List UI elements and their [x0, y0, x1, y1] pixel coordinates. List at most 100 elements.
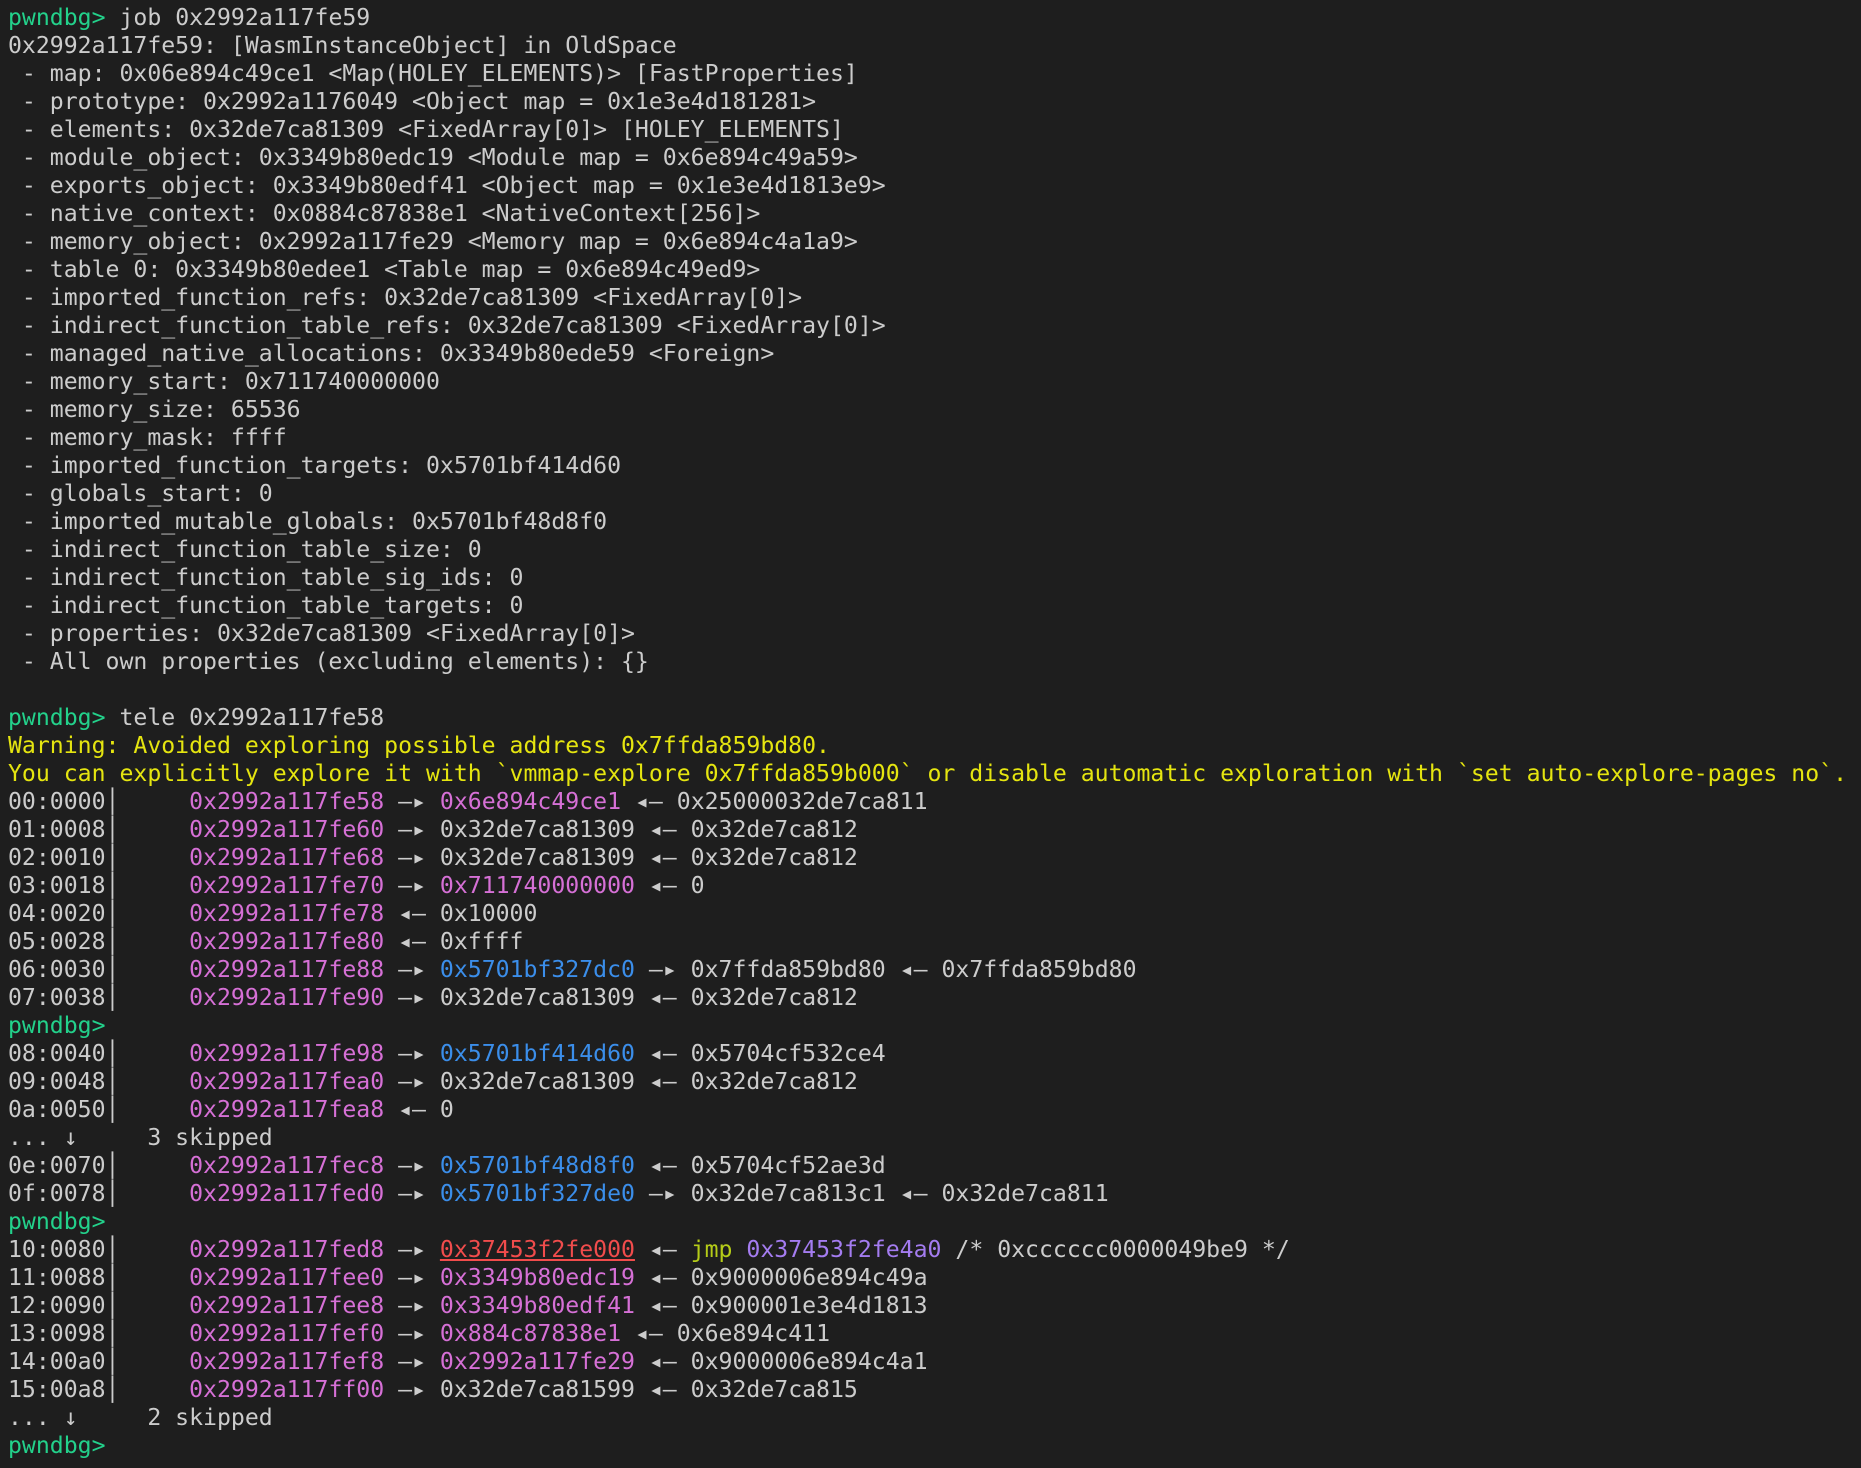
- pointer-value: 0x2992a117fe29: [439, 1349, 635, 1375]
- terminal-line: 10:0080│ 0x2992a117fed8 —▸ 0x37453f2fe00…: [8, 1236, 1858, 1264]
- terminal-line: 13:0098│ 0x2992a117fef0 —▸ 0x884c87838e1…: [8, 1320, 1858, 1348]
- output-text: 07:0038│: [8, 985, 190, 1011]
- output-text: 10:0080│: [8, 1237, 190, 1263]
- output-text: ... ↓ 2 skipped: [8, 1405, 273, 1431]
- terminal-line: - map: 0x06e894c49ce1 <Map(HOLEY_ELEMENT…: [8, 60, 1858, 88]
- stack-address: 0x2992a117fed0: [189, 1181, 385, 1207]
- output-text: —▸: [384, 1321, 440, 1347]
- output-text: 00:0000│: [8, 789, 190, 815]
- output-text: ◂— 0x10000: [384, 901, 538, 927]
- output-text: ◂— 0x5704cf52ae3d: [634, 1153, 886, 1179]
- output-text: - All own properties (excluding elements…: [8, 649, 649, 675]
- output-text: - table 0: 0x3349b80edee1 <Table map = 0…: [8, 257, 761, 283]
- terminal-line: - memory_object: 0x2992a117fe29 <Memory …: [8, 228, 1858, 256]
- code-pointer: 0x5701bf327dc0: [439, 957, 635, 983]
- terminal-line: 07:0038│ 0x2992a117fe90 —▸ 0x32de7ca8130…: [8, 984, 1858, 1012]
- output-text: ◂— 0x6e894c411: [621, 1321, 831, 1347]
- output-text: - module_object: 0x3349b80edc19 <Module …: [8, 145, 858, 171]
- code-pointer: 0x5701bf327de0: [439, 1181, 635, 1207]
- stack-address: 0x2992a117fe78: [189, 901, 385, 927]
- stack-address: 0x2992a117fed8: [189, 1237, 385, 1263]
- stack-address: 0x2992a117fe80: [189, 929, 385, 955]
- terminal-line: - exports_object: 0x3349b80edf41 <Object…: [8, 172, 1858, 200]
- stack-address: 0x2992a117fea8: [189, 1097, 385, 1123]
- terminal-line: 03:0018│ 0x2992a117fe70 —▸ 0x71174000000…: [8, 872, 1858, 900]
- terminal-line: - managed_native_allocations: 0x3349b80e…: [8, 340, 1858, 368]
- output-text: 01:0008│: [8, 817, 190, 843]
- terminal-line: 08:0040│ 0x2992a117fe98 —▸ 0x5701bf414d6…: [8, 1040, 1858, 1068]
- rwx-pointer: 0x37453f2fe000: [439, 1237, 635, 1263]
- output-text: 04:0020│: [8, 901, 190, 927]
- output-text: —▸: [384, 1041, 440, 1067]
- terminal-line: 06:0030│ 0x2992a117fe88 —▸ 0x5701bf327dc…: [8, 956, 1858, 984]
- pointer-value: 0x3349b80edf41: [439, 1293, 635, 1319]
- terminal-line: 0e:0070│ 0x2992a117fec8 —▸ 0x5701bf48d8f…: [8, 1152, 1858, 1180]
- output-text: - imported_mutable_globals: 0x5701bf48d8…: [8, 509, 608, 535]
- stack-address: 0x2992a117fe98: [189, 1041, 385, 1067]
- terminal-output[interactable]: pwndbg> job 0x2992a117fe59 0x2992a117fe59…: [8, 4, 1858, 1460]
- pointer-value: 0x6e894c49ce1: [439, 789, 622, 815]
- pointer-value: 0x711740000000: [439, 873, 635, 899]
- output-text: 03:0018│: [8, 873, 190, 899]
- stack-address: 0x2992a117fe60: [189, 817, 385, 843]
- stack-address: 0x2992a117fe90: [189, 985, 385, 1011]
- output-text: 02:0010│: [8, 845, 190, 871]
- terminal-line: pwndbg>: [8, 1432, 1858, 1460]
- output-text: - globals_start: 0: [8, 481, 273, 507]
- terminal-line: 12:0090│ 0x2992a117fee8 —▸ 0x3349b80edf4…: [8, 1292, 1858, 1320]
- output-text: - indirect_function_table_size: 0: [8, 537, 482, 563]
- output-text: - indirect_function_table_sig_ids: 0: [8, 565, 524, 591]
- prompt-text: pwndbg>: [8, 1209, 106, 1235]
- terminal-line: 05:0028│ 0x2992a117fe80 ◂— 0xffff: [8, 928, 1858, 956]
- output-text: - properties: 0x32de7ca81309 <FixedArray…: [8, 621, 635, 647]
- output-text: —▸ 0x32de7ca81599 ◂— 0x32de7ca815: [384, 1377, 858, 1403]
- terminal-line: - indirect_function_table_size: 0: [8, 536, 1858, 564]
- terminal-line: 11:0088│ 0x2992a117fee0 —▸ 0x3349b80edc1…: [8, 1264, 1858, 1292]
- output-text: —▸: [384, 873, 440, 899]
- output-text: - indirect_function_table_refs: 0x32de7c…: [8, 313, 886, 339]
- terminal-line: - memory_mask: ffff: [8, 424, 1858, 452]
- stack-address: 0x2992a117fe58: [189, 789, 385, 815]
- output-text: —▸ 0x32de7ca813c1 ◂— 0x32de7ca811: [634, 1181, 1109, 1207]
- output-text: —▸: [384, 1293, 440, 1319]
- output-text: 13:0098│: [8, 1321, 190, 1347]
- stack-address: 0x2992a117fee0: [189, 1265, 385, 1291]
- output-text: job 0x2992a117fe59: [119, 5, 371, 31]
- stack-address: 0x2992a117fe88: [189, 957, 385, 983]
- terminal-line: - indirect_function_table_refs: 0x32de7c…: [8, 312, 1858, 340]
- output-text: 08:0040│: [8, 1041, 190, 1067]
- output-text: —▸ 0x32de7ca81309 ◂— 0x32de7ca812: [384, 985, 858, 1011]
- output-text: —▸ 0x32de7ca81309 ◂— 0x32de7ca812: [384, 845, 858, 871]
- output-text: /* 0xcccccc0000049be9 */: [941, 1237, 1290, 1263]
- terminal-line: 0x2992a117fe59: [WasmInstanceObject] in …: [8, 32, 1858, 60]
- output-text: —▸ 0x7ffda859bd80 ◂— 0x7ffda859bd80: [634, 957, 1137, 983]
- output-text: - map: 0x06e894c49ce1 <Map(HOLEY_ELEMENT…: [8, 61, 858, 87]
- terminal-line: - imported_function_refs: 0x32de7ca81309…: [8, 284, 1858, 312]
- terminal-line: Warning: Avoided exploring possible addr…: [8, 732, 1858, 760]
- warning-text: Warning: Avoided exploring possible addr…: [8, 733, 830, 759]
- output-text: 11:0088│: [8, 1265, 190, 1291]
- terminal-line: - native_context: 0x0884c87838e1 <Native…: [8, 200, 1858, 228]
- stack-address: 0x2992a117fef0: [189, 1321, 385, 1347]
- code-pointer: 0x5701bf48d8f0: [439, 1153, 635, 1179]
- output-text: ... ↓ 3 skipped: [8, 1125, 273, 1151]
- jump-target: 0x37453f2fe4a0: [746, 1237, 942, 1263]
- output-text: —▸: [384, 789, 440, 815]
- terminal-line: 01:0008│ 0x2992a117fe60 —▸ 0x32de7ca8130…: [8, 816, 1858, 844]
- terminal-line: 02:0010│ 0x2992a117fe68 —▸ 0x32de7ca8130…: [8, 844, 1858, 872]
- terminal-line: ... ↓ 3 skipped: [8, 1124, 1858, 1152]
- terminal-line: pwndbg>: [8, 1208, 1858, 1236]
- output-text: ◂— 0xffff: [384, 929, 524, 955]
- output-text: —▸ 0x32de7ca81309 ◂— 0x32de7ca812: [384, 817, 858, 843]
- output-text: 09:0048│: [8, 1069, 190, 1095]
- stack-address: 0x2992a117fe68: [189, 845, 385, 871]
- terminal-line: - imported_mutable_globals: 0x5701bf48d8…: [8, 508, 1858, 536]
- output-text: ◂— 0: [634, 873, 705, 899]
- terminal-line: pwndbg> tele 0x2992a117fe58: [8, 704, 1858, 732]
- output-text: ◂— 0x9000006e894c49a: [634, 1265, 928, 1291]
- terminal-line: - imported_function_targets: 0x5701bf414…: [8, 452, 1858, 480]
- terminal-line: 15:00a8│ 0x2992a117ff00 —▸ 0x32de7ca8159…: [8, 1376, 1858, 1404]
- output-text: 0e:0070│: [8, 1153, 190, 1179]
- output-text: —▸: [384, 1265, 440, 1291]
- output-text: ◂— 0x5704cf532ce4: [634, 1041, 886, 1067]
